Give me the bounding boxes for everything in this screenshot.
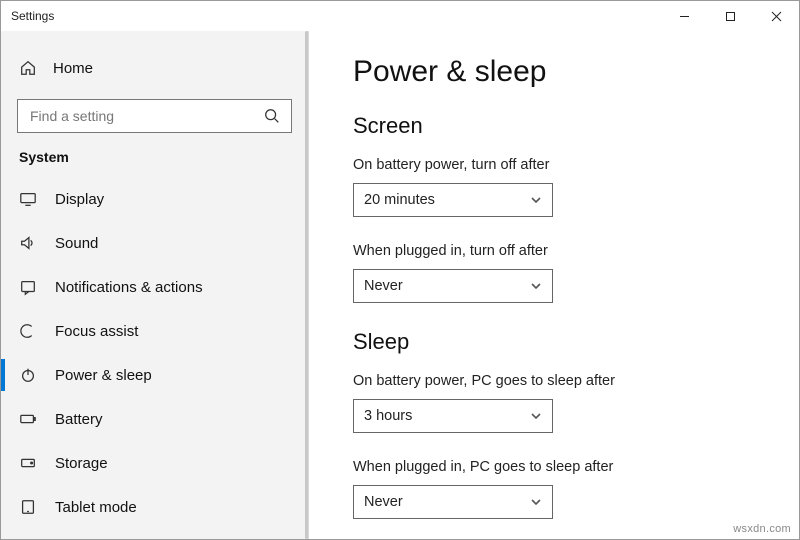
sidebar-item-label: Power & sleep: [55, 367, 152, 384]
tablet-icon: [19, 498, 37, 516]
sidebar-item-power-sleep[interactable]: Power & sleep: [1, 353, 308, 397]
display-icon: [19, 190, 37, 208]
sidebar-item-focus-assist[interactable]: Focus assist: [1, 309, 308, 353]
sleep-plugged-dropdown[interactable]: Never: [353, 485, 553, 519]
sidebar-item-label: Sound: [55, 235, 98, 252]
maximize-button[interactable]: [707, 1, 753, 31]
dropdown-value: Never: [364, 494, 403, 510]
search-icon: [263, 107, 281, 125]
sleep-battery-label: On battery power, PC goes to sleep after: [353, 373, 799, 389]
power-icon: [19, 366, 37, 384]
screen-battery-label: On battery power, turn off after: [353, 157, 799, 173]
notifications-icon: [19, 278, 37, 296]
category-heading: System: [1, 147, 308, 177]
main-content: Power & sleep Screen On battery power, t…: [309, 31, 799, 539]
sleep-plugged-label: When plugged in, PC goes to sleep after: [353, 459, 799, 475]
sidebar-item-storage[interactable]: Storage: [1, 441, 308, 485]
screen-plugged-label: When plugged in, turn off after: [353, 243, 799, 259]
sidebar-item-label: Storage: [55, 455, 108, 472]
screen-battery-dropdown[interactable]: 20 minutes: [353, 183, 553, 217]
sidebar-item-label: Notifications & actions: [55, 279, 203, 296]
screen-plugged-dropdown[interactable]: Never: [353, 269, 553, 303]
chevron-down-icon: [530, 496, 542, 508]
home-nav[interactable]: Home: [1, 47, 308, 89]
chevron-down-icon: [530, 194, 542, 206]
sidebar-item-label: Tablet mode: [55, 499, 137, 516]
window-controls: [661, 1, 799, 31]
home-label: Home: [53, 60, 93, 77]
section-heading-screen: Screen: [353, 113, 799, 139]
sidebar: Home System Display Sound: [1, 31, 309, 539]
section-heading-sleep: Sleep: [353, 329, 799, 355]
minimize-button[interactable]: [661, 1, 707, 31]
home-icon: [19, 59, 37, 77]
chevron-down-icon: [530, 410, 542, 422]
storage-icon: [19, 454, 37, 472]
sound-icon: [19, 234, 37, 252]
window-title: Settings: [11, 9, 54, 23]
dropdown-value: 20 minutes: [364, 192, 435, 208]
page-title: Power & sleep: [353, 55, 799, 89]
sidebar-item-tablet-mode[interactable]: Tablet mode: [1, 485, 308, 529]
sidebar-item-sound[interactable]: Sound: [1, 221, 308, 265]
titlebar: Settings: [1, 1, 799, 31]
sidebar-scrollbar[interactable]: [305, 31, 308, 539]
sidebar-item-battery[interactable]: Battery: [1, 397, 308, 441]
sidebar-item-label: Focus assist: [55, 323, 138, 340]
sidebar-item-notifications[interactable]: Notifications & actions: [1, 265, 308, 309]
sidebar-item-label: Battery: [55, 411, 103, 428]
search-input[interactable]: [17, 99, 292, 133]
sidebar-item-label: Display: [55, 191, 104, 208]
focus-assist-icon: [19, 322, 37, 340]
sleep-battery-dropdown[interactable]: 3 hours: [353, 399, 553, 433]
close-button[interactable]: [753, 1, 799, 31]
search-field[interactable]: [28, 107, 263, 125]
dropdown-value: Never: [364, 278, 403, 294]
battery-icon: [19, 410, 37, 428]
sidebar-item-display[interactable]: Display: [1, 177, 308, 221]
nav-list: Display Sound Notifications & actions Fo…: [1, 177, 308, 529]
dropdown-value: 3 hours: [364, 408, 412, 424]
chevron-down-icon: [530, 280, 542, 292]
watermark: wsxdn.com: [733, 523, 791, 535]
